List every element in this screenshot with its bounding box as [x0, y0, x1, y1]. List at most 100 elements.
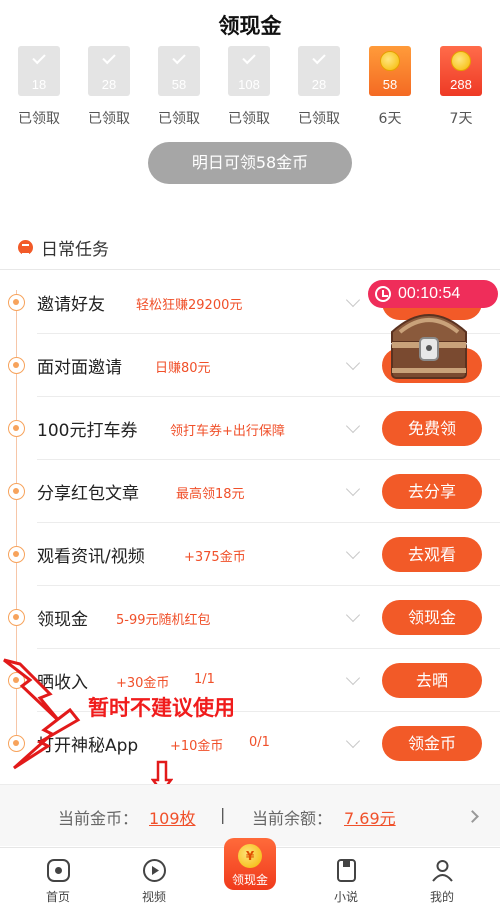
task-reward: 5-99元随机红包	[116, 613, 211, 628]
share-icon	[8, 483, 25, 500]
show-income-button[interactable]: 去晒	[382, 663, 482, 698]
user-icon	[432, 860, 453, 882]
yuan-icon	[8, 357, 25, 374]
task-reward: 领打车券+出行保障	[170, 424, 285, 439]
warning-annotation: 暂时不建议使用	[88, 696, 235, 720]
checkin-amount: 288	[450, 77, 472, 92]
task-item-taxi-coupon[interactable]: 100元打车券 领打车券+出行保障 免费领	[0, 397, 500, 460]
task-reward: +30金币	[116, 676, 170, 691]
coin-icon	[451, 51, 471, 71]
checkin-day-6: 58 6天	[360, 46, 420, 128]
watch-button[interactable]: 去观看	[382, 537, 482, 572]
checkin-amount: 58	[382, 77, 398, 92]
checkin-label: 已领取	[88, 111, 130, 127]
video-icon	[8, 546, 25, 563]
checkin-day-1: 18 已领取	[9, 46, 69, 128]
tab-video[interactable]: 视频	[104, 848, 204, 907]
chevron-down-icon[interactable]	[345, 670, 361, 686]
task-list-icon	[18, 239, 33, 255]
task-item-watch-news[interactable]: 观看资讯/视频 +375金币 去观看	[0, 523, 500, 586]
share-button[interactable]: 去分享	[382, 474, 482, 509]
play-icon	[143, 859, 166, 882]
tab-label: 领现金	[231, 873, 268, 887]
checkin-label: 6天	[378, 111, 402, 127]
tab-home[interactable]: 首页	[8, 848, 108, 907]
tab-label: 视频	[141, 890, 166, 904]
task-name: 100元打车券	[37, 421, 138, 441]
task-progress: 0/1	[249, 735, 270, 750]
checkin-amount: 28	[101, 77, 117, 92]
coins-value[interactable]: 109枚	[149, 805, 196, 829]
cash-value[interactable]: 7.69元	[344, 805, 396, 829]
home-icon	[47, 859, 70, 882]
coin-icon	[380, 51, 400, 71]
checkin-box: 28	[298, 46, 340, 96]
coin-icon: ¥ 领现金	[224, 838, 276, 890]
task-item-claim-cash[interactable]: 领现金 5-99元随机红包 领现金	[0, 586, 500, 649]
tab-label: 我的	[429, 890, 454, 904]
balance-separator: |	[220, 805, 226, 824]
task-name: 面对面邀请	[37, 358, 122, 378]
chevron-down-icon[interactable]	[345, 418, 361, 434]
daily-tasks-title: 日常任务	[41, 239, 109, 260]
check-icon	[312, 50, 326, 65]
chevron-down-icon[interactable]	[345, 733, 361, 749]
chevron-right-icon[interactable]	[466, 810, 479, 823]
checkin-amount: 58	[171, 77, 187, 92]
claim-cash-button[interactable]: 领现金	[382, 600, 482, 635]
checkin-label: 已领取	[298, 111, 340, 127]
check-icon	[172, 50, 186, 65]
checkin-amount: 28	[311, 77, 327, 92]
task-reward: +375金币	[184, 550, 246, 565]
divider	[0, 269, 500, 270]
person-icon	[8, 294, 25, 311]
checkin-box: 28	[88, 46, 130, 96]
tomorrow-reward-button[interactable]: 明日可领58金币	[148, 142, 352, 184]
chevron-down-icon[interactable]	[345, 292, 361, 308]
yuan-coin-icon: ¥	[238, 844, 262, 868]
checkin-amount: 108	[238, 77, 260, 92]
task-item-share-article[interactable]: 分享红包文章 最高领18元 去分享	[0, 460, 500, 523]
checkin-day-2: 28 已领取	[79, 46, 139, 128]
checkin-box: 58	[369, 46, 411, 96]
checkin-days: 18 已领取 28 已领取 58 已领取 108 已领取 28 已领取 58 6…	[0, 46, 500, 136]
chevron-down-icon[interactable]	[345, 355, 361, 371]
chevron-down-icon[interactable]	[345, 481, 361, 497]
tab-profile[interactable]: 我的	[392, 848, 492, 907]
free-claim-button[interactable]: 免费领	[382, 411, 482, 446]
checkin-box: 18	[18, 46, 60, 96]
tab-novel[interactable]: 小说	[296, 848, 396, 907]
tab-label: 首页	[45, 890, 70, 904]
bottom-tab-bar: 首页 视频 ¥ 领现金 小说 我的	[0, 838, 500, 907]
checkin-label: 已领取	[18, 111, 60, 127]
checkin-box: 58	[158, 46, 200, 96]
checkin-day-7: 288 7天	[431, 46, 491, 128]
chevron-down-icon[interactable]	[345, 607, 361, 623]
treasure-chest-icon[interactable]	[386, 302, 472, 384]
claim-coins-button[interactable]: 领金币	[382, 726, 482, 761]
checkin-box: 288	[440, 46, 482, 96]
task-reward: 最高领18元	[176, 487, 245, 502]
tab-label: 小说	[333, 890, 358, 904]
checkin-label: 已领取	[158, 111, 200, 127]
task-reward: 日赚80元	[155, 361, 211, 376]
cash-label: 当前余额：	[252, 809, 333, 828]
task-name: 领现金	[37, 610, 88, 630]
task-progress: 1/1	[194, 672, 215, 687]
checkin-amount: 18	[31, 77, 47, 92]
countdown-value: 00:10:54	[398, 285, 461, 302]
check-icon	[32, 50, 46, 65]
checkin-label: 7天	[449, 111, 473, 127]
balance-bar[interactable]: 当前金币： 109枚 | 当前余额： 7.69元	[0, 784, 500, 846]
checkin-day-4: 108 已领取	[219, 46, 279, 128]
check-icon	[102, 50, 116, 65]
checkin-box: 108	[228, 46, 270, 96]
page: 领现金 18 已领取 28 已领取 58 已领取 108 已领取 28 已领取 …	[0, 0, 500, 907]
checkin-day-3: 58 已领取	[149, 46, 209, 128]
tab-claim-cash[interactable]: ¥ 领现金	[200, 838, 300, 907]
page-title: 领现金	[218, 14, 282, 38]
chevron-down-icon[interactable]	[345, 544, 361, 560]
task-reward: 轻松狂赚29200元	[136, 298, 243, 313]
coins-label: 当前金币：	[58, 809, 139, 828]
clock-icon	[375, 286, 391, 302]
